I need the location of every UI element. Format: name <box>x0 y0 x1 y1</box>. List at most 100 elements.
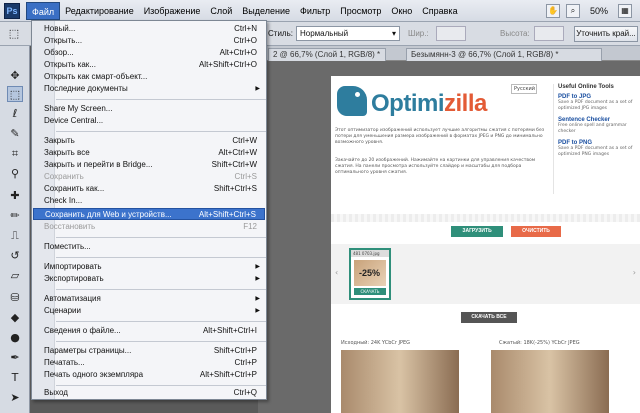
submenu-arrow-icon: ▶ <box>255 308 260 314</box>
hand-tool-icon[interactable]: ✋ <box>545 3 560 18</box>
menu-item-save-as[interactable]: Сохранить как... Shift+Ctrl+S <box>33 183 265 195</box>
menu-view[interactable]: Просмотр <box>335 2 386 20</box>
menu-filter[interactable]: Фильтр <box>295 2 335 20</box>
services-sidebar: Useful Online Tools PDF to JPG Save a PD… <box>553 84 637 194</box>
menu-item-print-one-copy[interactable]: Печать одного экземпляра Alt+Shift+Ctrl+P <box>33 369 265 381</box>
menubar-right-tools: ✋ ⌕ 50% ▦ <box>545 3 640 18</box>
menu-image[interactable]: Изображение <box>139 2 206 20</box>
width-label: Шир.: <box>408 29 429 38</box>
submenu-arrow-icon: ▶ <box>255 86 260 92</box>
service-item: PDF to PNG Save a PDF document as a set … <box>558 140 637 158</box>
menu-item-place[interactable]: Поместить... <box>33 241 265 253</box>
menu-separator <box>56 289 266 290</box>
menu-item-import[interactable]: Импортировать ▶ <box>33 261 265 273</box>
menu-item-export[interactable]: Экспортировать ▶ <box>33 273 265 285</box>
menu-separator <box>56 99 266 100</box>
menu-item-open[interactable]: Открыть... Ctrl+O <box>33 35 265 47</box>
move-tool-icon[interactable]: ✥ <box>7 68 23 84</box>
menu-separator <box>56 385 266 386</box>
rectangular-marquee-tool-icon[interactable]: ⬚ <box>7 86 23 102</box>
pen-tool-icon[interactable]: ✒ <box>7 350 23 366</box>
submenu-arrow-icon: ▶ <box>255 296 260 302</box>
menu-file[interactable]: Файл <box>26 1 61 20</box>
download-all-button: СКАЧАТЬ ВСЕ <box>461 312 517 323</box>
photoshop-logo-icon: Ps <box>4 2 20 19</box>
submenu-arrow-icon: ▶ <box>255 264 260 270</box>
image-thumbnail: 481 0703.jpg -25% СКАЧАТЬ <box>349 248 391 300</box>
chevron-left-icon: ‹ <box>335 268 339 277</box>
language-select: Русский <box>511 84 537 94</box>
menu-item-scripts[interactable]: Сценарии ▶ <box>33 305 265 317</box>
thumbnail-download-button: СКАЧАТЬ <box>354 288 386 295</box>
original-label: Исходный: 24K YCbCr JPEG <box>341 340 411 346</box>
tab-document-untitled-3[interactable]: Безымянн-3 @ 66,7% (Слой 1, RGB/8) * <box>406 48 602 61</box>
menu-item-exit[interactable]: Выход Ctrl+Q <box>33 387 265 399</box>
zoom-tool-icon[interactable]: ⌕ <box>565 3 580 18</box>
refine-edge-button[interactable]: Уточнить край... <box>574 26 638 42</box>
menu-layer[interactable]: Слой <box>205 2 237 20</box>
menu-item-browse[interactable]: Обзор... Alt+Ctrl+O <box>33 47 265 59</box>
menu-item-share-screen[interactable]: Share My Screen... <box>33 103 265 115</box>
healing-brush-tool-icon[interactable]: ✚ <box>7 188 23 204</box>
upload-strip <box>331 214 640 222</box>
menu-item-file-info[interactable]: Сведения о файле... Alt+Shift+Ctrl+I <box>33 325 265 337</box>
menu-separator <box>56 131 266 132</box>
width-field[interactable] <box>436 26 466 41</box>
menu-edit[interactable]: Редактирование <box>60 2 139 20</box>
brush-tool-icon[interactable]: ✏ <box>7 208 23 224</box>
logo-accent-text: zilla <box>444 90 487 117</box>
clone-stamp-tool-icon[interactable]: ⎍ <box>7 228 23 244</box>
menu-item-page-setup[interactable]: Параметры страницы... Shift+Ctrl+P <box>33 345 265 357</box>
tab-document-2[interactable]: 2 @ 66,7% (Слой 1, RGB/8) * <box>268 48 386 61</box>
clear-button: ОЧИСТИТЬ <box>511 226 561 237</box>
path-selection-tool-icon[interactable]: ➤ <box>7 390 23 406</box>
menu-item-close-go-bridge[interactable]: Закрыть и перейти в Bridge... Shift+Ctrl+… <box>33 159 265 171</box>
menu-select[interactable]: Выделение <box>237 2 295 20</box>
service-desc: Free online spell and grammar checker <box>558 123 627 134</box>
history-brush-tool-icon[interactable]: ↺ <box>7 248 23 264</box>
thumbnail-filename: 481 0703.jpg <box>351 250 389 257</box>
menu-item-save[interactable]: Сохранить Ctrl+S <box>33 171 265 183</box>
menu-item-new[interactable]: Новый... Ctrl+N <box>33 23 265 35</box>
eraser-tool-icon[interactable]: ▱ <box>7 268 23 284</box>
paint-bucket-tool-icon[interactable]: ⛁ <box>7 290 23 306</box>
service-item: Sentence Checker Free online spell and g… <box>558 117 637 135</box>
marquee-options-icon[interactable]: ⬚ <box>6 26 22 42</box>
menu-item-automate[interactable]: Автоматизация ▶ <box>33 293 265 305</box>
menu-item-save-for-web[interactable]: Сохранить для Web и устройств... Alt+Shif… <box>33 208 265 220</box>
submenu-arrow-icon: ▶ <box>255 276 260 282</box>
menu-item-close-all[interactable]: Закрыть все Alt+Ctrl+W <box>33 147 265 159</box>
menu-item-check-in[interactable]: Check In... <box>33 195 265 207</box>
service-desc: Save a PDF document as a set of optimize… <box>558 146 633 157</box>
menu-item-revert[interactable]: Восстановить F12 <box>33 221 265 233</box>
menu-bar: Ps Файл Редактирование Изображение Слой … <box>0 0 640 22</box>
height-field[interactable] <box>534 26 564 41</box>
menu-item-print[interactable]: Печатать... Ctrl+P <box>33 357 265 369</box>
compare-panel: Исходный: 24K YCbCr JPEG Сжатый: 18K(-25… <box>331 338 640 413</box>
type-tool-icon[interactable]: T <box>7 370 23 386</box>
menu-item-close[interactable]: Закрыть Ctrl+W <box>33 135 265 147</box>
menu-item-open-as[interactable]: Открыть как... Alt+Shift+Ctrl+O <box>33 59 265 71</box>
crop-tool-icon[interactable]: ⌗ <box>7 146 23 162</box>
menu-separator <box>56 257 266 258</box>
eyedropper-tool-icon[interactable]: ⚲ <box>7 166 23 182</box>
menu-help[interactable]: Справка <box>417 2 462 20</box>
optimizilla-logo: Optimizilla <box>335 82 487 122</box>
document-tabs: 2 @ 66,7% (Слой 1, RGB/8) * Безымянн-3 @… <box>258 46 640 61</box>
dodge-tool-icon[interactable]: ● <box>7 330 23 346</box>
menu-window[interactable]: Окно <box>386 2 417 20</box>
upload-button: ЗАГРУЗИТЬ <box>451 226 503 237</box>
zoom-level[interactable]: 50% <box>586 6 612 16</box>
menu-item-device-central[interactable]: Device Central... <box>33 115 265 127</box>
menu-item-recent-documents[interactable]: Последние документы ▶ <box>33 83 265 95</box>
original-image <box>341 350 459 413</box>
blur-tool-icon[interactable]: ◆ <box>7 310 23 326</box>
quick-selection-tool-icon[interactable]: ✎ <box>7 126 23 142</box>
lasso-tool-icon[interactable]: ℓ <box>7 106 23 122</box>
menu-item-open-as-smart-object[interactable]: Открыть как смарт-объект... <box>33 71 265 83</box>
file-menu-dropdown: Новый... Ctrl+N Открыть... Ctrl+O Обзор...… <box>31 20 267 400</box>
style-select[interactable]: Нормальный <box>296 26 400 41</box>
toolbox: ✥ ⬚ ℓ ✎ ⌗ ⚲ ✚ ✏ ⎍ ↺ ▱ ⛁ ◆ ● ✒ T ➤ <box>0 46 30 413</box>
arrange-documents-icon[interactable]: ▦ <box>618 3 632 18</box>
instructions-paragraph: Закачайте до 20 изображений. Нажимайте н… <box>335 158 536 175</box>
